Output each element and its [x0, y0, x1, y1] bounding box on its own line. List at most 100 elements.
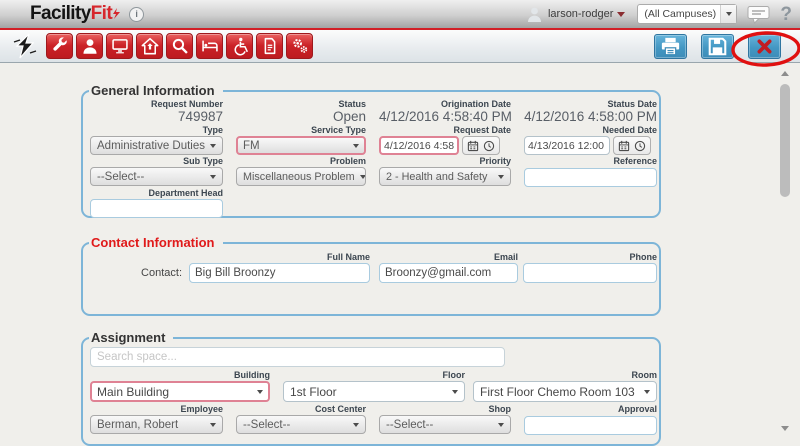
user-menu[interactable]: larson-rodger	[548, 8, 613, 20]
type-select-value: Administrative Duties	[97, 140, 205, 152]
needed-date-pickers	[613, 136, 651, 155]
bed-icon	[200, 36, 220, 56]
campus-select[interactable]: (All Campuses)	[637, 4, 737, 24]
email-input[interactable]	[379, 263, 518, 283]
toolbar-button-search[interactable]	[166, 33, 193, 59]
building-select[interactable]: Main Building	[90, 381, 270, 402]
problem-select[interactable]: Miscellaneous Problem	[236, 167, 366, 186]
reference-input[interactable]	[524, 168, 657, 187]
chevron-down-icon	[360, 175, 366, 179]
chevron-down-icon	[353, 144, 359, 148]
priority-label: Priority	[379, 156, 511, 167]
feedback-bubble-icon[interactable]	[747, 5, 770, 24]
department-head-label: Department Head	[90, 188, 223, 199]
close-button[interactable]	[748, 34, 781, 59]
flash-icon[interactable]	[12, 33, 38, 59]
needed-date-input[interactable]	[524, 136, 610, 155]
scrollbar[interactable]	[778, 65, 792, 433]
full-name-label: Full Name	[189, 252, 370, 263]
monitor-icon	[110, 36, 130, 56]
general-info-row-2: Type Administrative Duties Service Type …	[90, 125, 659, 155]
toolbar-button-home[interactable]	[136, 33, 163, 59]
user-chevron-down-icon[interactable]	[617, 12, 625, 17]
logo-mark-icon	[112, 4, 121, 26]
toolbar-nav-group	[46, 33, 313, 59]
floor-label: Floor	[283, 370, 465, 381]
calendar-icon[interactable]	[467, 140, 479, 152]
origination-date-value: 4/12/2016 4:58:40 PM	[379, 110, 511, 124]
chevron-down-icon	[452, 390, 458, 394]
chevron-down-icon	[644, 390, 650, 394]
floor-select[interactable]: 1st Floor	[283, 381, 465, 402]
service-type-label: Service Type	[236, 125, 366, 136]
employee-select[interactable]: Berman, Robert	[90, 415, 223, 434]
toolbar-button-document[interactable]	[256, 33, 283, 59]
save-button[interactable]	[701, 34, 734, 59]
cost-center-select[interactable]: --Select--	[236, 415, 366, 434]
floor-select-value: 1st Floor	[290, 385, 337, 399]
clock-icon[interactable]	[634, 140, 646, 152]
toolbar-button-gears[interactable]	[286, 33, 313, 59]
document-icon	[260, 36, 280, 56]
toolbar-button-monitor[interactable]	[106, 33, 133, 59]
print-button[interactable]	[654, 34, 687, 59]
toolbar-button-wheelchair[interactable]	[226, 33, 253, 59]
scrollbar-up-arrow[interactable]	[781, 71, 789, 76]
calendar-icon[interactable]	[618, 140, 630, 152]
phone-input[interactable]	[523, 263, 657, 283]
wrench-icon	[50, 36, 70, 56]
printer-icon	[660, 37, 681, 56]
employee-select-value: Berman, Robert	[97, 419, 178, 431]
sub-type-select[interactable]: --Select--	[90, 167, 223, 186]
chevron-down-icon	[353, 423, 359, 427]
approval-label: Approval	[524, 404, 657, 415]
chevron-down-icon	[498, 175, 504, 179]
chevron-down-icon	[257, 390, 263, 394]
gears-icon	[290, 36, 310, 56]
department-head-input[interactable]	[90, 199, 223, 218]
app-header: FacilityFit i larson-rodger (All Campuse…	[0, 0, 800, 28]
logo-text-red: Fit	[91, 3, 112, 25]
email-label: Email	[379, 252, 518, 263]
room-select[interactable]: First Floor Chemo Room 103	[473, 381, 657, 402]
save-icon	[708, 37, 727, 56]
toolbar-button-bed[interactable]	[196, 33, 223, 59]
app-logo[interactable]: FacilityFit	[30, 3, 121, 26]
contact-information-title: Contact Information	[89, 235, 223, 250]
cost-center-select-value: --Select--	[243, 419, 290, 431]
home-icon	[140, 36, 160, 56]
request-date-pickers	[462, 136, 500, 155]
service-type-select[interactable]: FM	[236, 136, 366, 155]
clock-icon[interactable]	[483, 140, 495, 152]
contact-information-section: Contact Information Contact: Full Name E…	[81, 242, 661, 316]
approval-input[interactable]	[524, 416, 657, 435]
full-name-input[interactable]	[189, 263, 370, 283]
priority-select[interactable]: 2 - Health and Safety	[379, 167, 511, 186]
help-icon[interactable]: ?	[780, 5, 792, 24]
toolbar	[0, 30, 800, 63]
room-label: Room	[473, 370, 657, 381]
shop-select[interactable]: --Select--	[379, 415, 511, 434]
sub-type-label: Sub Type	[90, 156, 223, 167]
scrollbar-down-arrow[interactable]	[781, 426, 789, 431]
chevron-down-icon	[210, 144, 216, 148]
toolbar-button-wrench[interactable]	[46, 33, 73, 59]
needed-date-label: Needed Date	[524, 125, 657, 136]
toolbar-action-group	[654, 34, 781, 59]
general-info-row-4: Department Head	[90, 188, 659, 219]
info-icon[interactable]: i	[129, 7, 144, 22]
search-icon	[170, 36, 190, 56]
space-search-input[interactable]	[90, 347, 505, 367]
chevron-down-icon	[498, 423, 504, 427]
toolbar-button-user[interactable]	[76, 33, 103, 59]
type-select[interactable]: Administrative Duties	[90, 136, 223, 155]
campus-select-value: (All Campuses)	[638, 8, 720, 20]
scrollbar-thumb[interactable]	[780, 84, 790, 197]
request-date-input[interactable]	[379, 136, 459, 155]
user-avatar-icon	[526, 6, 543, 23]
building-label: Building	[90, 370, 270, 381]
general-info-row-3: Sub Type --Select-- Problem Miscellaneou…	[90, 156, 659, 187]
shop-label: Shop	[379, 404, 511, 415]
close-icon	[755, 37, 774, 56]
assignment-title: Assignment	[89, 330, 173, 345]
